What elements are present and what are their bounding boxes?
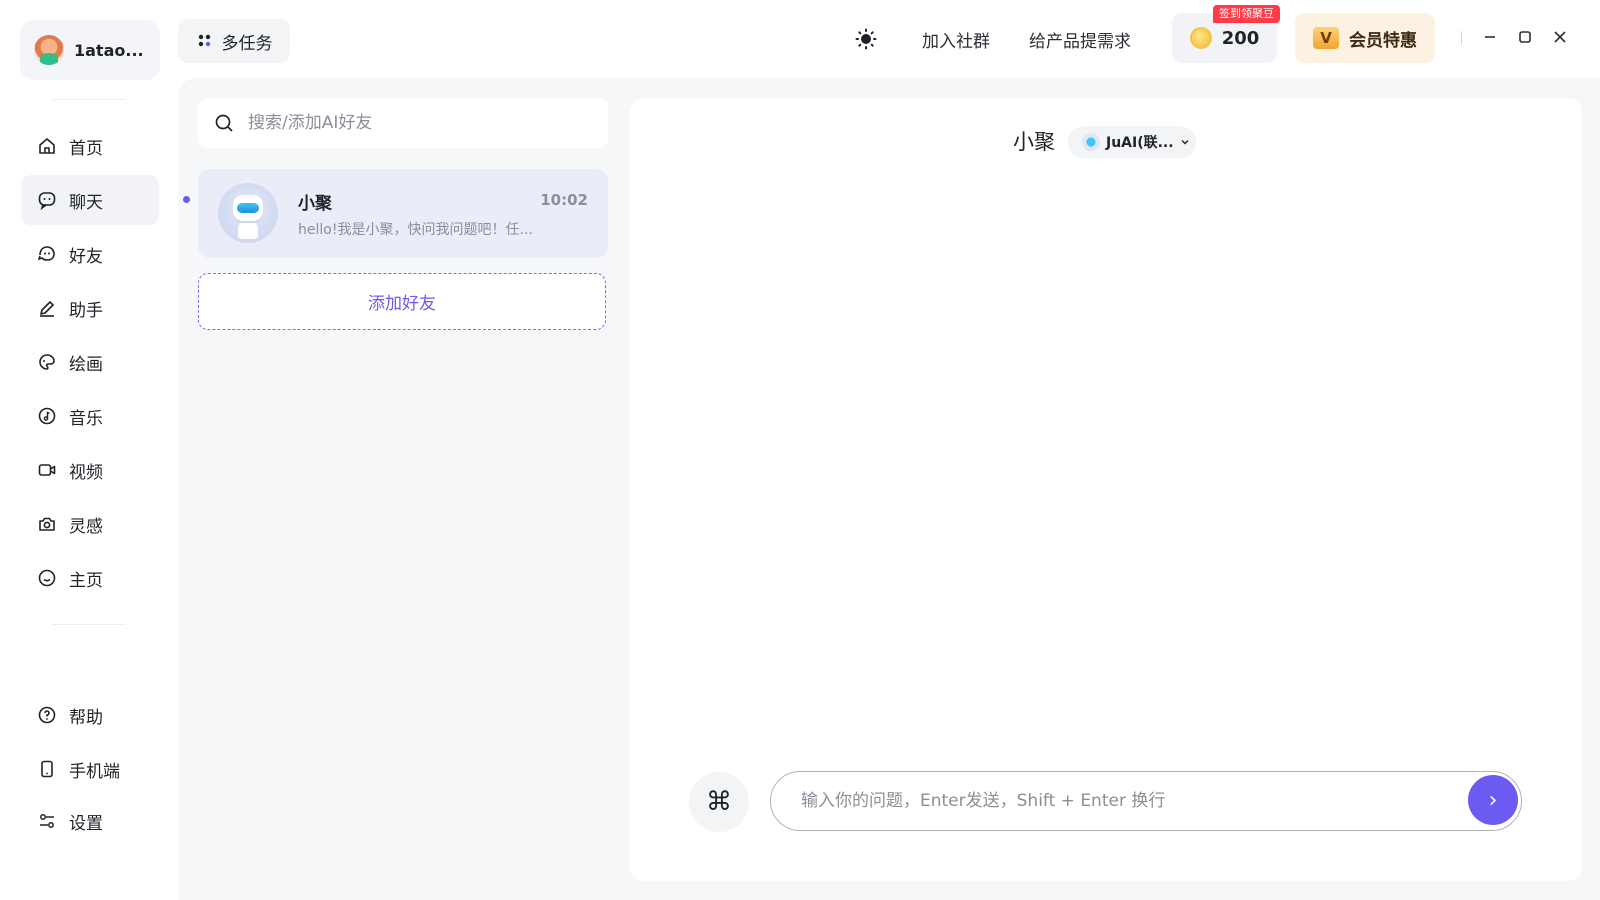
chat-title: 小聚 [1013,130,1055,154]
divider [52,624,126,625]
maximize-button[interactable] [1516,28,1534,46]
sidebar-item-homepage[interactable]: 主页 [21,553,159,603]
maximize-icon [1519,31,1531,43]
sidebar-item-help[interactable]: 帮助 [21,690,159,740]
active-indicator [183,196,190,203]
minimize-icon [1485,36,1495,38]
multitask-icon [198,34,210,47]
model-name: JuAI(联... [1106,135,1174,151]
chat-panel: 小聚 JuAI(联... ⌘ › [630,98,1582,881]
video-icon [38,464,56,476]
sidebar-item-music[interactable]: 音乐 [21,391,159,441]
join-group-link[interactable]: 加入社群 [922,27,990,52]
user-name: 1atao... [74,40,144,60]
avatar [34,35,64,65]
multitask-label: 多任务 [221,33,273,54]
camera-icon [39,517,55,531]
palette-icon [39,354,55,370]
theme-toggle-icon[interactable] [855,28,877,50]
sidebar-item-label: 灵感 [69,516,103,537]
send-button[interactable]: › [1468,775,1518,825]
add-friend-button[interactable]: 添加好友 [198,273,606,330]
home-icon [39,138,55,154]
friends-icon [37,246,55,261]
coins-count: 200 [1221,27,1260,49]
sidebar: 1atao... 首页 聊天 好友 助手 绘画 音乐 视频 灵感 主页 帮助 手… [0,0,176,900]
command-button[interactable]: ⌘ [689,772,749,832]
pen-icon [40,301,54,317]
sidebar-item-label: 视频 [69,462,103,483]
search-input[interactable] [248,113,568,133]
divider [52,99,126,100]
bot-avatar [218,183,278,243]
chat-preview: hello!我是小聚，快问我问题吧！任... [298,222,533,238]
sidebar-item-label: 助手 [69,300,103,321]
sidebar-item-video[interactable]: 视频 [21,445,159,495]
message-input[interactable] [801,791,1441,811]
sidebar-item-label: 手机端 [69,761,120,782]
model-icon [1082,133,1100,151]
minimize-button[interactable] [1481,28,1499,46]
smile-icon [38,569,56,587]
help-icon [38,706,56,724]
feedback-link[interactable]: 给产品提需求 [1029,27,1131,52]
sidebar-item-drawing[interactable]: 绘画 [21,337,159,387]
chat-icon [38,192,56,210]
vip-button[interactable]: V 会员特惠 [1295,13,1435,63]
sidebar-item-label: 帮助 [69,707,103,728]
model-selector[interactable]: JuAI(联... [1068,126,1196,158]
sidebar-item-label: 聊天 [69,192,103,213]
sidebar-item-label: 好友 [69,246,103,267]
settings-icon [40,814,54,828]
coin-icon [1189,27,1212,49]
vip-label: 会员特惠 [1349,30,1417,51]
sidebar-item-label: 首页 [69,138,103,159]
sidebar-item-home[interactable]: 首页 [21,121,159,171]
user-profile-card[interactable]: 1atao... [20,20,160,80]
sidebar-item-label: 设置 [69,813,103,834]
phone-icon [41,760,53,778]
chevron-down-icon [1181,140,1189,145]
sidebar-item-label: 绘画 [69,354,103,375]
friend-search[interactable] [198,98,608,148]
sidebar-item-label: 音乐 [69,408,103,429]
sidebar-item-inspiration[interactable]: 灵感 [21,499,159,549]
window-controls-separator [1461,31,1462,45]
vip-crown-icon: V [1313,27,1339,49]
close-button[interactable] [1551,28,1569,46]
sidebar-item-chat[interactable]: 聊天 [21,175,159,225]
sidebar-item-settings[interactable]: 设置 [21,796,159,846]
chat-list-item[interactable]: 小聚 10:02 hello!我是小聚，快问我问题吧！任... [198,169,608,258]
sidebar-item-assistant[interactable]: 助手 [21,283,159,333]
chat-time: 10:02 [540,191,588,209]
chat-name: 小聚 [298,194,332,214]
multitask-button[interactable]: 多任务 [178,19,290,63]
sidebar-item-label: 主页 [69,570,103,591]
close-icon [1554,31,1566,43]
sidebar-item-mobile[interactable]: 手机端 [21,744,159,794]
music-icon [38,407,56,425]
search-icon [215,114,233,132]
sidebar-item-friends[interactable]: 好友 [21,229,159,279]
checkin-badge[interactable]: 签到领聚豆 [1213,5,1280,23]
message-input-box: › [770,771,1522,831]
